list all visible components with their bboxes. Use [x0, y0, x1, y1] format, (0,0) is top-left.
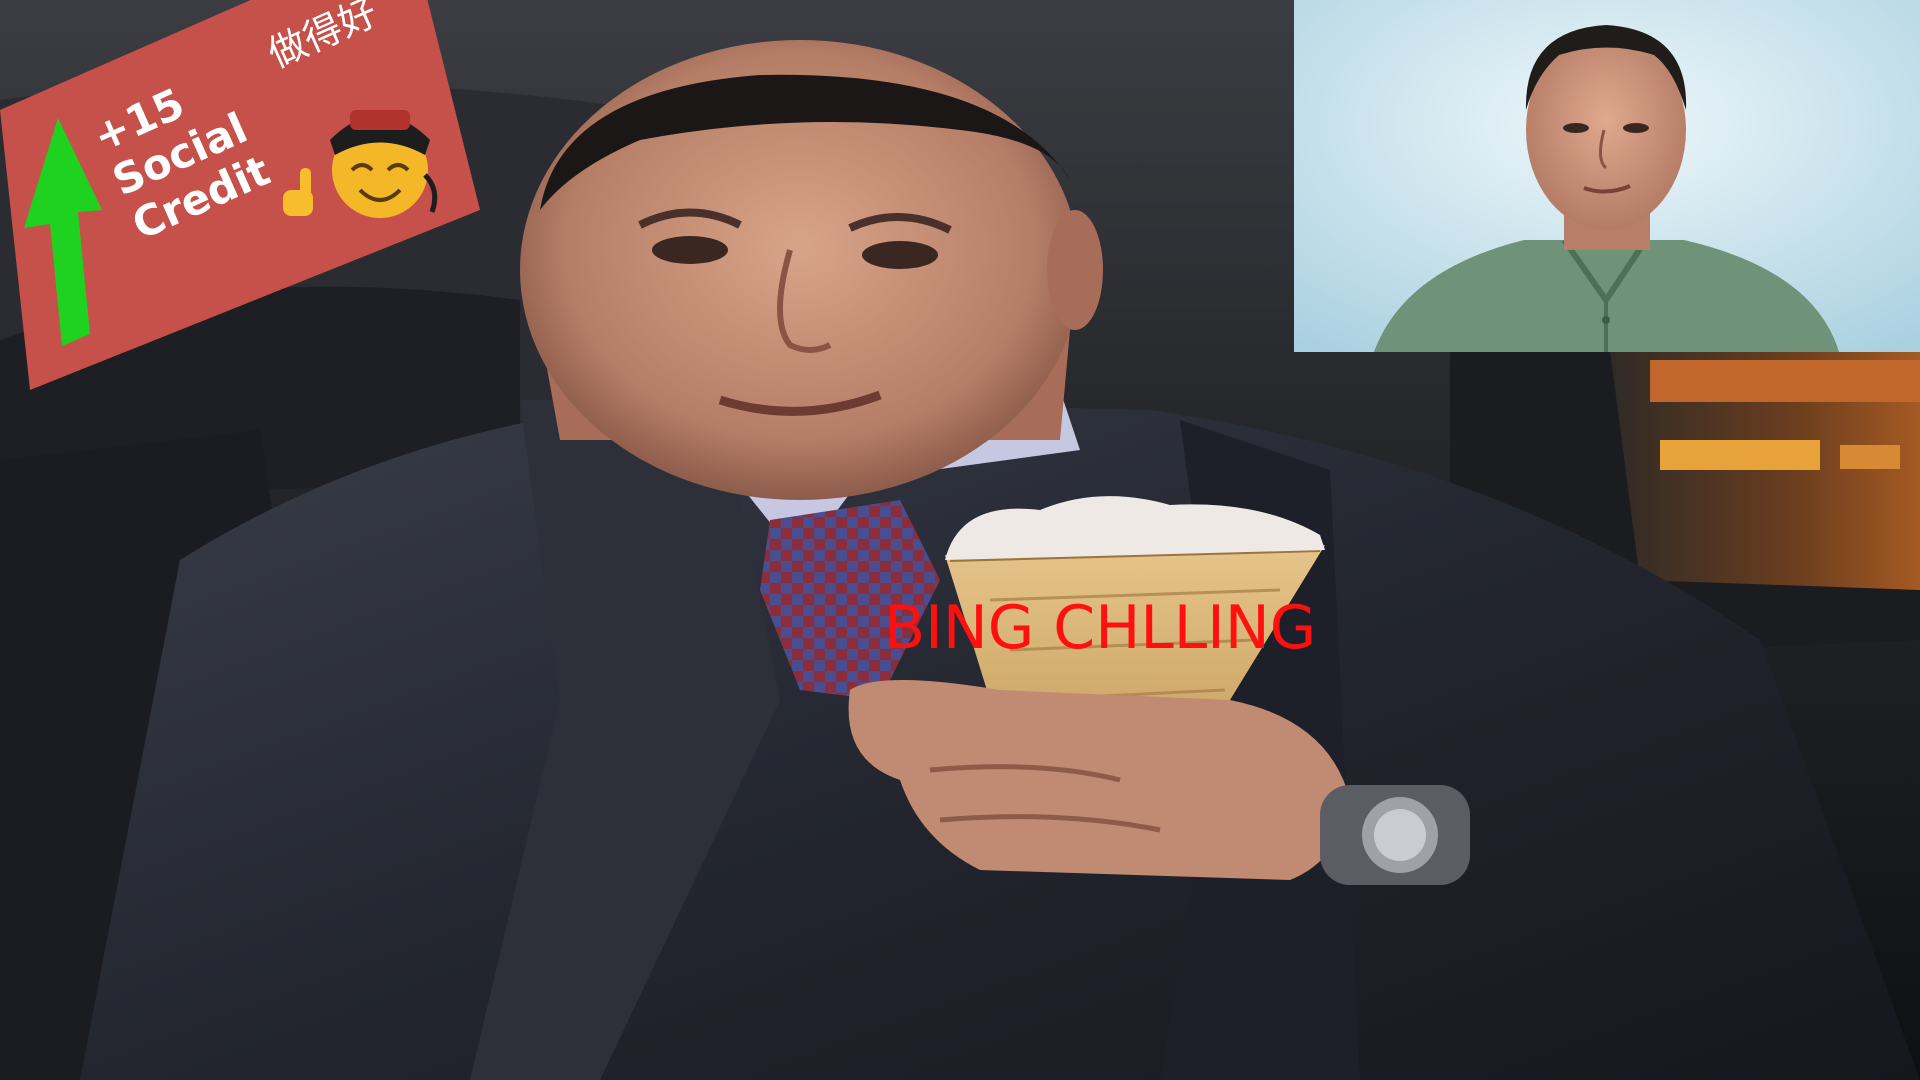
portrait-image: [1294, 0, 1920, 352]
portrait-inset: [1294, 0, 1920, 352]
emperor-face-icon: [330, 110, 438, 218]
social-credit-badge: +15 Social Credit 做得好: [0, 0, 480, 390]
meme-caption: BING CHLLING: [884, 593, 1317, 663]
meme-canvas: BING CHLLING +15 Social Credit 做得好: [0, 0, 1920, 1080]
